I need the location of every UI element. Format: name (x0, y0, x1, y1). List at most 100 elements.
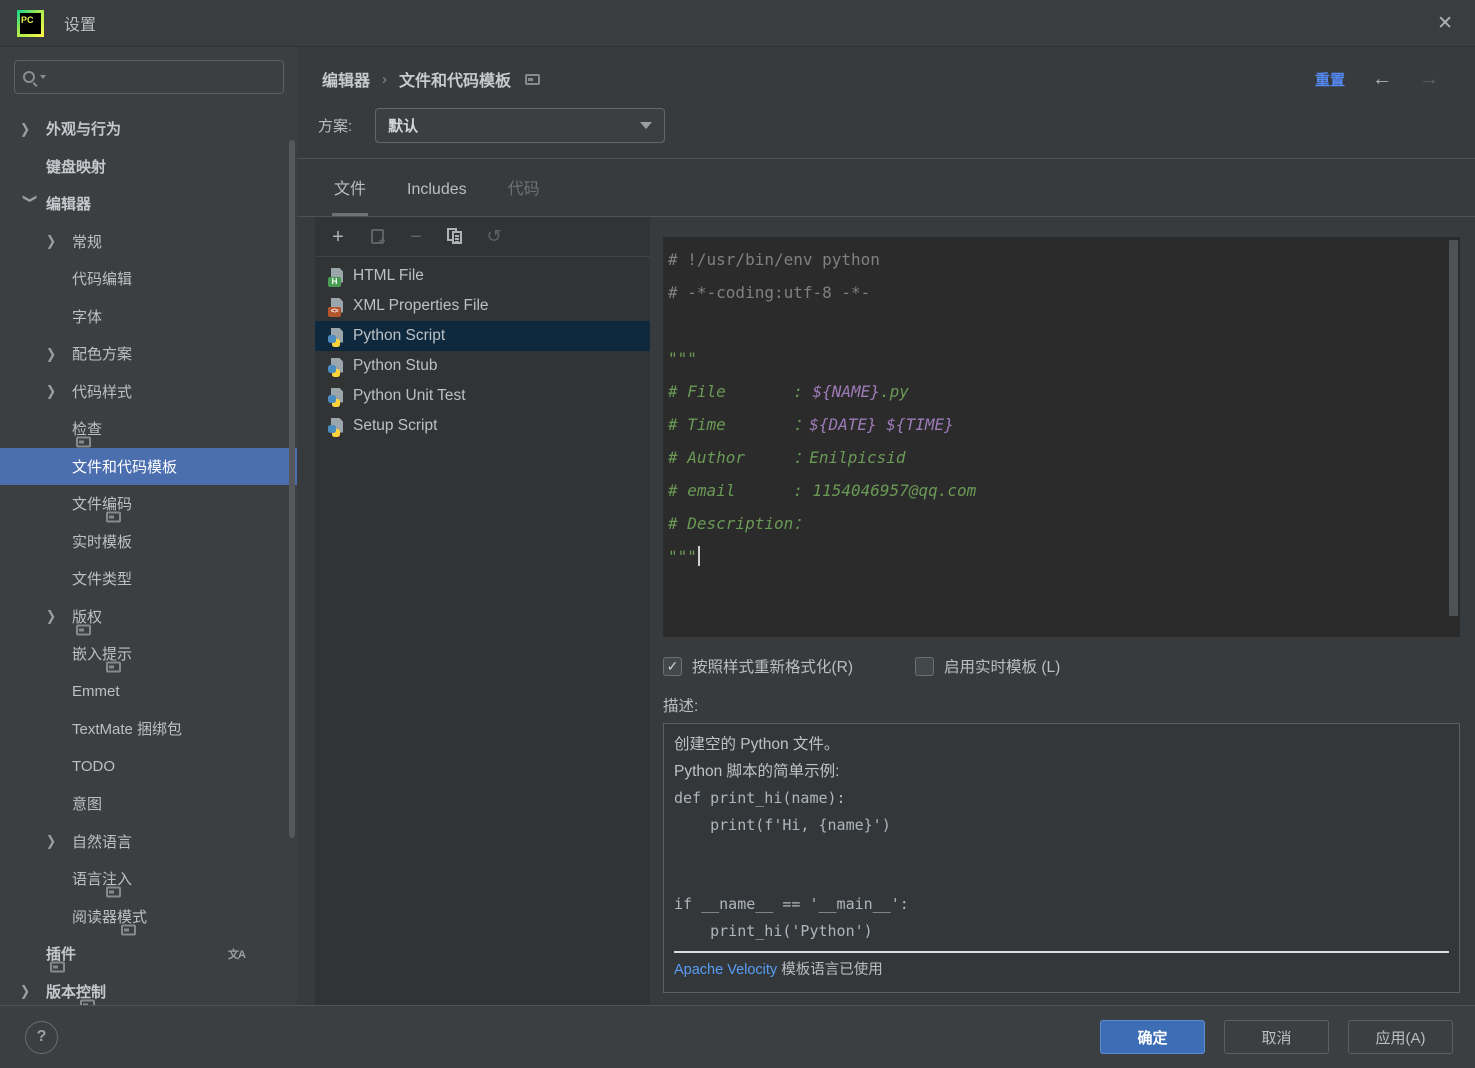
sidebar-item-todo[interactable]: TODO (0, 748, 297, 786)
remove-template-button[interactable]: − (405, 226, 427, 248)
cancel-button[interactable]: 取消 (1224, 1020, 1329, 1054)
copy-icon (447, 228, 463, 245)
search-input[interactable] (46, 61, 283, 93)
xml-file-icon: <> (328, 298, 345, 315)
sidebar-item-font[interactable]: 字体 (0, 298, 297, 336)
editor-line: """ (668, 342, 1446, 375)
chevron-right-icon[interactable]: ❯ (46, 346, 72, 362)
scheme-select[interactable]: 默认 (375, 108, 665, 143)
sidebar-item-color-scheme[interactable]: ❯ 配色方案 (0, 335, 297, 373)
template-item-html-file[interactable]: H HTML File (315, 261, 650, 291)
chevron-down-icon[interactable]: ❯ (22, 193, 38, 219)
html-file-icon: H (328, 268, 345, 285)
undo-icon: ↺ (486, 226, 501, 247)
ok-button[interactable]: 确定 (1100, 1020, 1205, 1054)
chevron-right-icon[interactable]: ❯ (46, 233, 72, 249)
sidebar-item-file-types[interactable]: 文件类型 (0, 560, 297, 598)
tab-files[interactable]: 文件 (332, 175, 368, 216)
description-label: 描述: (663, 694, 1460, 716)
text-cursor (698, 546, 700, 566)
sidebar-item-label: 文件和代码模板 (72, 456, 177, 477)
sidebar-item-label: 文件编码 (72, 493, 132, 514)
sidebar-item-editor[interactable]: ❯ 编辑器 (0, 185, 297, 223)
breadcrumb-parent[interactable]: 编辑器 (322, 67, 370, 91)
breadcrumb-current: 文件和代码模板 (399, 67, 511, 91)
forward-arrow-icon[interactable]: → (1419, 68, 1439, 91)
file-plus-icon (371, 229, 384, 244)
sidebar-item-label: 版本控制 (46, 981, 106, 1002)
live-template-checkbox[interactable]: 启用实时模板 (L) (915, 655, 1060, 677)
tab-code[interactable]: 代码 (506, 175, 542, 216)
title-bar: PC 设置 ✕ (0, 0, 1475, 47)
sidebar-item-label: 自然语言 (72, 831, 132, 852)
sidebar-item-file-encodings[interactable]: 文件编码 (0, 485, 297, 523)
template-item-xml-properties-file[interactable]: <> XML Properties File (315, 291, 650, 321)
sidebar-scrollbar[interactable] (289, 140, 295, 838)
template-item-label: Python Stub (353, 357, 437, 375)
screen-icon (121, 924, 136, 935)
settings-sidebar: ❯ 外观与行为 键盘映射 ❯ 编辑器 ❯ 常规 代码编辑 字体 ❯ 配色方案 ❯ (0, 47, 297, 1005)
revert-template-button[interactable]: ↺ (483, 226, 505, 248)
add-child-template-button[interactable] (366, 226, 388, 248)
search-box[interactable] (14, 60, 284, 94)
sidebar-item-label: 语言注入 (72, 868, 132, 889)
template-list-panel: + − ↺ H HTML File <> XML Properties File (315, 217, 650, 1010)
sidebar-item-live-templates[interactable]: 实时模板 (0, 523, 297, 561)
sidebar-item-label: 外观与行为 (46, 118, 121, 139)
sidebar-item-file-templates[interactable]: 文件和代码模板 (0, 448, 297, 486)
template-item-setup-script[interactable]: Setup Script (315, 411, 650, 441)
sidebar-item-plugins[interactable]: 插件 文A (0, 935, 297, 973)
help-button[interactable]: ? (25, 1021, 58, 1054)
sidebar-item-copyright[interactable]: ❯ 版权 (0, 598, 297, 636)
live-template-checkbox-label: 启用实时模板 (L) (944, 655, 1060, 677)
description-code-line (674, 865, 1449, 892)
sidebar-item-inlay-hints[interactable]: 嵌入提示 (0, 635, 297, 673)
sidebar-item-natural-languages[interactable]: ❯ 自然语言 (0, 823, 297, 861)
description-code-line (674, 838, 1449, 865)
template-item-label: Python Script (353, 327, 445, 345)
chevron-right-icon[interactable]: ❯ (46, 833, 72, 849)
chevron-right-icon[interactable]: ❯ (46, 608, 72, 624)
sidebar-item-textmate[interactable]: TextMate 捆绑包 (0, 710, 297, 748)
editor-scrollbar[interactable] (1449, 240, 1458, 616)
description-line: 创建空的 Python 文件。 (674, 732, 1449, 759)
settings-content: 编辑器 › 文件和代码模板 重置 ← → 方案: 默认 文件 Includes … (297, 47, 1475, 1005)
sidebar-item-appearance-behavior[interactable]: ❯ 外观与行为 (0, 110, 297, 148)
template-editor[interactable]: # !/usr/bin/env python # -*-coding:utf-8… (663, 237, 1460, 637)
close-icon[interactable]: ✕ (1437, 12, 1453, 35)
reformat-checkbox[interactable]: ✓ 按照样式重新格式化(R) (663, 655, 853, 677)
screen-icon (106, 662, 121, 673)
screen-icon (106, 887, 121, 898)
apache-velocity-link[interactable]: Apache Velocity (674, 962, 777, 978)
sidebar-item-inspections[interactable]: 检查 (0, 410, 297, 448)
template-item-python-script[interactable]: Python Script (315, 321, 650, 351)
chevron-right-icon[interactable]: ❯ (20, 983, 46, 999)
checkbox-checked-icon: ✓ (663, 657, 682, 676)
template-list: H HTML File <> XML Properties File Pytho… (315, 257, 650, 441)
add-template-button[interactable]: + (327, 226, 349, 248)
reset-link[interactable]: 重置 (1315, 69, 1345, 90)
sidebar-item-language-injections[interactable]: 语言注入 (0, 860, 297, 898)
sidebar-item-code-editing[interactable]: 代码编辑 (0, 260, 297, 298)
template-item-python-stub[interactable]: Python Stub (315, 351, 650, 381)
chevron-right-icon[interactable]: ❯ (20, 121, 46, 137)
template-options: ✓ 按照样式重新格式化(R) 启用实时模板 (L) (663, 655, 1460, 677)
content-header: 编辑器 › 文件和代码模板 重置 ← → (297, 47, 1475, 91)
sidebar-item-code-style[interactable]: ❯ 代码样式 (0, 373, 297, 411)
sidebar-item-version-control[interactable]: ❯ 版本控制 (0, 973, 297, 1006)
duplicate-template-button[interactable] (444, 226, 466, 248)
sidebar-item-general[interactable]: ❯ 常规 (0, 223, 297, 261)
chevron-right-icon[interactable]: ❯ (46, 383, 72, 399)
tab-includes[interactable]: Includes (405, 181, 469, 216)
apply-button[interactable]: 应用(A) (1348, 1020, 1453, 1054)
sidebar-item-reader-mode[interactable]: 阅读器模式 (0, 898, 297, 936)
scheme-label: 方案: (318, 115, 352, 136)
editor-line: # File : ${NAME}.py (668, 375, 1446, 408)
sidebar-item-keymap[interactable]: 键盘映射 (0, 148, 297, 186)
sidebar-item-emmet[interactable]: Emmet (0, 673, 297, 711)
back-arrow-icon[interactable]: ← (1372, 68, 1392, 91)
sidebar-item-intentions[interactable]: 意图 (0, 785, 297, 823)
template-item-python-unit-test[interactable]: Python Unit Test (315, 381, 650, 411)
python-file-icon (328, 328, 345, 345)
sidebar-item-label: TODO (72, 758, 115, 775)
